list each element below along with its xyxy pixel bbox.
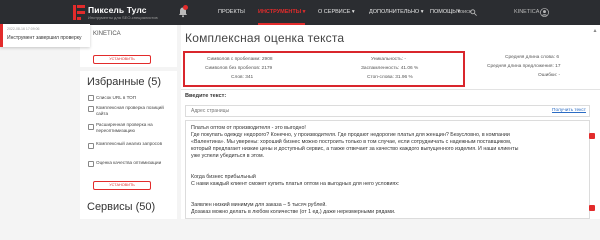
favorite-item-optimization[interactable]: Оценка качества оптимизации	[96, 160, 171, 166]
page-url-input[interactable]	[185, 105, 590, 117]
logo-icon[interactable]	[73, 5, 85, 20]
favorite-item-url-top[interactable]: Список URL в ТОП	[96, 95, 171, 101]
nav-about[interactable]: О СЕРВИСЕ ▾	[318, 0, 355, 25]
tool-icon	[88, 106, 94, 112]
scroll-up-icon[interactable]: ▴	[591, 27, 599, 35]
stat-spamminess: Заспамленность: 41.06 %	[361, 66, 419, 71]
stat-errors: Ошибки: -	[538, 73, 561, 78]
brand-subtitle: Инструменты для SEO-специалистов	[88, 15, 158, 20]
text-line: уже успели убедиться в этом.	[191, 153, 265, 159]
favorites-card: Избранные (5) Список URL в ТОП Комплексн…	[80, 71, 177, 219]
project-card: KINETICA УСТАНОВИТЬ	[80, 25, 177, 67]
main-panel: Комплексная оценка текста Символов с про…	[181, 25, 600, 219]
nav-projects[interactable]: ПРОЕКТЫ	[218, 0, 245, 25]
page-title: Комплексная оценка текста	[185, 31, 345, 45]
nav-tools[interactable]: ИНСТРУМЕНТЫ ▾	[258, 0, 306, 25]
text-line: Платья оптом от производителя - это выго…	[191, 125, 306, 131]
text-line: С нами каждый клиент сможет купить плать…	[191, 181, 400, 187]
search-icon[interactable]	[470, 9, 477, 16]
divider	[181, 89, 600, 90]
text-line: Где покупать одежду недорого? Конечно, у…	[191, 132, 510, 138]
install-button[interactable]: УСТАНОВИТЬ	[93, 55, 151, 64]
stat-stopwords: Стоп-слова: 31.96 %	[367, 75, 413, 80]
brand-name[interactable]: Пиксель Тулс	[88, 5, 147, 15]
tool-icon	[88, 161, 94, 167]
stat-avg-word-length: Средняя длина слова: 6	[505, 55, 560, 60]
favorite-item-queries[interactable]: Комплексный анализ запросов	[96, 141, 171, 147]
top-navbar: Пиксель Тулс Инструменты для SEO-специал…	[0, 0, 600, 25]
text-line: Дозаказ можно делать в любом количестве …	[191, 209, 396, 215]
stats-box: Символов с пробелами: 2908 Символов без …	[183, 51, 465, 87]
favorites-install-button[interactable]: УСТАНОВИТЬ	[93, 181, 151, 190]
stat-chars-no-spaces: Символов без пробелов: 2179	[205, 66, 273, 71]
stat-uniqueness: Уникальность: -	[371, 57, 407, 62]
favorites-title: Избранные (5)	[87, 76, 162, 88]
notification-toast[interactable]: 2022-08-16 17:09:06 Инструмент завершил …	[0, 24, 90, 47]
get-text-link[interactable]: Получить текст	[552, 108, 586, 113]
stat-chars-with-spaces: Символов с пробелами: 2908	[207, 57, 273, 62]
text-line: Когда бизнес прибыльный	[191, 174, 256, 180]
toast-time: 2022-08-16 17:09:06	[7, 27, 40, 31]
stat-avg-sentence-length: Средняя длина предложения: 17	[487, 64, 561, 69]
scroll-marker[interactable]	[589, 133, 595, 139]
scroll-marker[interactable]	[589, 205, 595, 211]
left-sidebar: KINETICA УСТАНОВИТЬ Избранные (5) Список…	[80, 25, 177, 219]
text-line: Заявлен низкий минимум для заказа – 5 ты…	[191, 202, 327, 208]
enter-text-label: Введите текст:	[185, 93, 227, 99]
services-title[interactable]: Сервисы (50)	[87, 201, 155, 213]
tool-icon	[88, 95, 94, 101]
project-label[interactable]: KINETICA	[93, 31, 121, 37]
text-line: который предлагает низкие цены и доступн…	[191, 146, 519, 152]
tool-icon	[88, 143, 94, 149]
text-input-area[interactable]: Платья оптом от производителя - это выго…	[185, 120, 590, 219]
favorite-item-positions[interactable]: Комплексная проверка позиций сайта	[96, 105, 171, 116]
notification-dot	[183, 5, 188, 10]
user-icon[interactable]	[540, 8, 549, 17]
tool-icon	[88, 124, 94, 130]
user-name[interactable]: KINETICA	[514, 0, 539, 25]
stat-words: Слов: 341	[231, 75, 254, 80]
favorite-item-overoptimization[interactable]: Расширенная проверка на переоптимизацию	[96, 122, 171, 133]
text-line: «Валентина». Мы уверены: хороший бизнес …	[191, 139, 512, 145]
nav-search-label[interactable]: Поиск	[456, 0, 471, 25]
toast-message: Инструмент завершил проверку	[7, 35, 82, 41]
nav-additional[interactable]: ДОПОЛНИТЕЛЬНО ▾	[369, 0, 424, 25]
